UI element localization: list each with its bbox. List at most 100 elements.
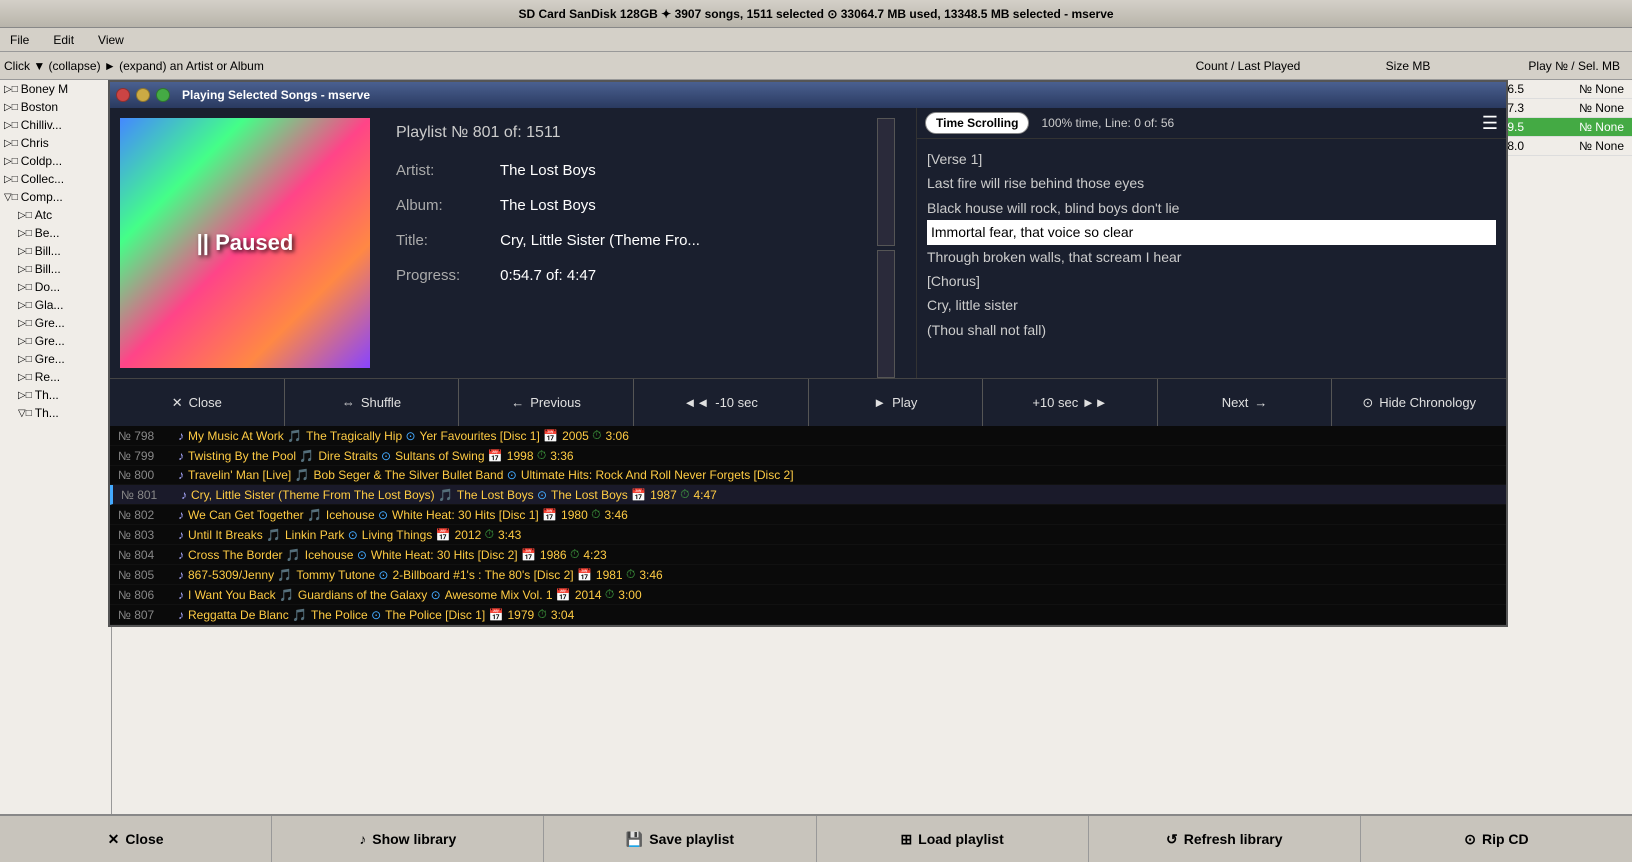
- sidebar-item-boston[interactable]: ▷□ Boston: [0, 98, 111, 116]
- album-icon: ⊙: [348, 528, 358, 542]
- hide-chronology-button[interactable]: ⊙ Hide Chronology: [1332, 379, 1506, 426]
- playlist-row[interactable]: № 804♪Cross The Border 🎵Icehouse ⊙White …: [110, 545, 1506, 565]
- sidebar-item-bill2[interactable]: ▷□ Bill...: [0, 260, 111, 278]
- menu-edit[interactable]: Edit: [47, 31, 80, 49]
- window-min-btn[interactable]: [136, 88, 150, 102]
- play-button[interactable]: ► Play: [809, 379, 984, 426]
- lyric-line: (Thou shall not fall): [927, 318, 1496, 342]
- sidebar-item-gre2[interactable]: ▷□ Gre...: [0, 332, 111, 350]
- pl-time: 4:23: [583, 548, 606, 562]
- refresh-library-button[interactable]: ↺ Refresh library: [1089, 816, 1361, 862]
- close-button[interactable]: ✕ Close: [110, 379, 285, 426]
- time-icon: ⏱: [485, 527, 494, 542]
- rewind-icon: ◄◄: [684, 395, 710, 410]
- pl-year: 1980: [561, 508, 588, 522]
- album-icon: ⊙: [381, 449, 391, 463]
- previous-button[interactable]: ← Previous: [459, 379, 634, 426]
- scroll-bar-2[interactable]: [877, 250, 895, 378]
- pl-year: 1986: [540, 548, 567, 562]
- pl-year: 2005: [562, 429, 589, 443]
- sidebar-item-chris[interactable]: ▷□ Chris: [0, 134, 111, 152]
- load-icon: ⊞: [900, 831, 912, 848]
- scroll-bar-1[interactable]: [877, 118, 895, 246]
- playlist-row[interactable]: № 807♪Reggatta De Blanc 🎵The Police ⊙The…: [110, 605, 1506, 625]
- artist-label: Artist:: [396, 162, 496, 179]
- sidebar-item-re[interactable]: ▷□ Re...: [0, 368, 111, 386]
- lyric-line: Immortal fear, that voice so clear: [927, 220, 1496, 244]
- load-playlist-button[interactable]: ⊞ Load playlist: [817, 816, 1089, 862]
- sidebar-item-gla[interactable]: ▷□ Gla...: [0, 296, 111, 314]
- sidebar-item-gre3[interactable]: ▷□ Gre...: [0, 350, 111, 368]
- sidebar-item-comp[interactable]: ▽□ Comp...: [0, 188, 111, 206]
- sidebar-item-label: Bill...: [35, 262, 61, 276]
- playlist-row[interactable]: № 799♪Twisting By the Pool 🎵Dire Straits…: [110, 446, 1506, 466]
- music-note-icon: ♪: [178, 588, 184, 602]
- progress-row: Progress: 0:54.7 of: 4:47: [396, 267, 840, 284]
- sidebar-item-chilli[interactable]: ▷□ Chilliv...: [0, 116, 111, 134]
- playlist-row[interactable]: № 800♪Travelin' Man [Live] 🎵Bob Seger & …: [110, 466, 1506, 485]
- forward-button[interactable]: +10 sec ►►: [983, 379, 1158, 426]
- cd-icon: ⊙: [1464, 831, 1476, 848]
- pl-album: 2-Billboard #1's : The 80's [Disc 2]: [392, 568, 573, 582]
- sidebar-item-gre1[interactable]: ▷□ Gre...: [0, 314, 111, 332]
- sidebar-item-do[interactable]: ▷□ Do...: [0, 278, 111, 296]
- title-bar: SD Card SanDisk 128GB ✦ 3907 songs, 1511…: [0, 0, 1632, 28]
- time-scrolling-button[interactable]: Time Scrolling: [925, 112, 1029, 134]
- sidebar-item-boney[interactable]: ▷□ Boney M: [0, 80, 111, 98]
- sidebar-item-th1[interactable]: ▷□ Th...: [0, 386, 111, 404]
- playlist-row[interactable]: № 803♪Until It Breaks 🎵Linkin Park ⊙Livi…: [110, 525, 1506, 545]
- playlist-row[interactable]: № 802♪We Can Get Together 🎵Icehouse ⊙Whi…: [110, 505, 1506, 525]
- save-playlist-button[interactable]: 💾 Save playlist: [544, 816, 816, 862]
- lyric-line: Cry, little sister: [927, 293, 1496, 317]
- sidebar-item-coldp[interactable]: ▷□ Coldp...: [0, 152, 111, 170]
- next-icon: →: [1254, 395, 1267, 410]
- rewind-button[interactable]: ◄◄ -10 sec: [634, 379, 809, 426]
- sidebar-item-collec[interactable]: ▷□ Collec...: [0, 170, 111, 188]
- pl-title: Cry, Little Sister (Theme From The Lost …: [191, 488, 435, 502]
- pl-time: 3:46: [604, 508, 627, 522]
- sidebar-item-be[interactable]: ▷□ Be...: [0, 224, 111, 242]
- sidebar-item-label: Chilliv...: [21, 118, 62, 132]
- album-art: || Paused: [120, 118, 370, 368]
- next-button[interactable]: Next →: [1158, 379, 1333, 426]
- playlist-row[interactable]: № 798♪My Music At Work 🎵The Tragically H…: [110, 426, 1506, 446]
- pl-num: № 800: [118, 468, 178, 482]
- show-library-button[interactable]: ♪ Show library: [272, 816, 544, 862]
- menu-file[interactable]: File: [4, 31, 35, 49]
- refresh-icon: ↺: [1166, 831, 1178, 848]
- playlist-row[interactable]: № 801♪Cry, Little Sister (Theme From The…: [110, 485, 1506, 505]
- pl-time: 3:43: [498, 528, 521, 542]
- playlist-row[interactable]: № 805♪867-5309/Jenny 🎵Tommy Tutone ⊙2-Bi…: [110, 565, 1506, 585]
- pl-time: 3:04: [551, 608, 574, 622]
- col-click[interactable]: Click ▼ (collapse) ► (expand) an Artist …: [4, 59, 1148, 73]
- year-icon: 📅: [436, 528, 451, 542]
- sidebar-item-bill1[interactable]: ▷□ Bill...: [0, 242, 111, 260]
- sidebar-item-label: Coldp...: [21, 154, 62, 168]
- sidebar: ▷□ Boney M ▷□ Boston ▷□ Chilliv... ▷□ Ch…: [0, 80, 112, 814]
- time-icon: ⏱: [592, 428, 601, 443]
- bottom-close-button[interactable]: ✕ Close: [0, 816, 272, 862]
- music-note-icon: ♪: [178, 568, 184, 582]
- window-max-btn[interactable]: [156, 88, 170, 102]
- lyrics-header: Time Scrolling 100% time, Line: 0 of: 56…: [917, 108, 1506, 139]
- collapse-icon: ▷□: [4, 84, 18, 95]
- artist-row: Artist: The Lost Boys: [396, 162, 840, 179]
- lyrics-menu-icon[interactable]: ☰: [1482, 113, 1498, 134]
- music-note-icon: ♪: [178, 548, 184, 562]
- artist-icon: 🎵: [307, 508, 322, 522]
- title-value: Cry, Little Sister (Theme Fro...: [500, 232, 700, 249]
- album-icon: ⊙: [537, 488, 547, 502]
- pl-artist: Linkin Park: [285, 528, 344, 542]
- playlist-row[interactable]: № 806♪I Want You Back 🎵Guardians of the …: [110, 585, 1506, 605]
- menu-view[interactable]: View: [92, 31, 130, 49]
- rip-cd-button[interactable]: ⊙ Rip CD: [1361, 816, 1632, 862]
- sidebar-item-label: Bill...: [35, 244, 61, 258]
- shuffle-button[interactable]: ⇔ Shuffle: [285, 379, 460, 426]
- album-icon: ⊙: [378, 568, 388, 582]
- window-close-btn[interactable]: [116, 88, 130, 102]
- pl-year: 2012: [455, 528, 482, 542]
- sidebar-item-atc[interactable]: ▷□ Atc: [0, 206, 111, 224]
- pl-artist: The Lost Boys: [457, 488, 534, 502]
- sidebar-item-th2[interactable]: ▽□ Th...: [0, 404, 111, 422]
- sidebar-item-label: Re...: [35, 370, 60, 384]
